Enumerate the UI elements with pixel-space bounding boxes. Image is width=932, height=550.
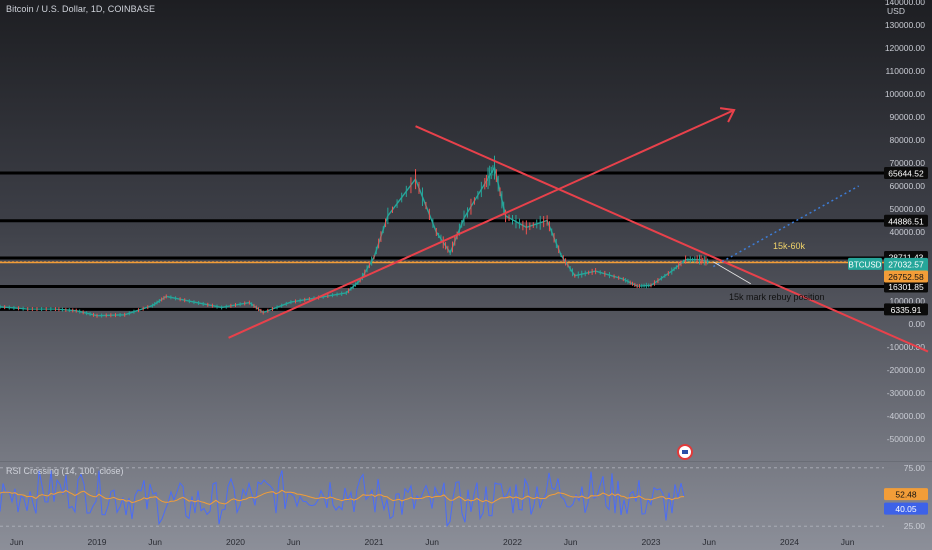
x-axis-tick-label: 2019 — [88, 537, 107, 547]
rsi-fast-line — [0, 469, 685, 528]
y-axis-tick-label: 80000.00 — [890, 135, 926, 145]
y-axis-tick-label: 130000.00 — [885, 20, 925, 30]
price-pane[interactable]: 140000.00130000.00120000.00110000.001000… — [0, 0, 932, 460]
x-axis-tick-label: Jun — [10, 537, 24, 547]
y-axis-tick-label: 90000.00 — [890, 112, 926, 122]
y-axis-tick-label: 100000.00 — [885, 89, 925, 99]
rsi-tick-label: 75.00 — [904, 463, 926, 473]
x-axis-tick-label: Jun — [841, 537, 855, 547]
trend-line — [415, 125, 929, 353]
rsi-pane[interactable]: 75.00 25.00 52.48 40.05 — [0, 462, 932, 532]
x-axis-tick-label: Jun — [425, 537, 439, 547]
price-series-line — [0, 165, 710, 317]
x-axis-tick-label: 2020 — [226, 537, 245, 547]
trend-line — [228, 109, 735, 339]
rsi-fast-tag: 40.05 — [895, 504, 917, 514]
rsi-tick-label: 25.00 — [904, 521, 926, 531]
y-axis-tick-label: -30000.00 — [887, 388, 926, 398]
us-economic-event-icon[interactable] — [677, 444, 693, 460]
time-axis[interactable]: Jun 2019 Jun 2020 Jun 2021 Jun 2022 Jun 2023 Jun 20… — [0, 532, 932, 550]
y-axis-tick-label: 50000.00 — [890, 204, 926, 214]
rsi-legend[interactable]: RSI Crossing (14, 100, close) — [6, 466, 124, 476]
y-axis-tick-label: 110000.00 — [885, 66, 925, 76]
rebuy-annotation: 15k mark rebuy position — [729, 292, 825, 302]
y-axis-tick-label: 40000.00 — [890, 227, 926, 237]
x-axis-tick-label: 2022 — [503, 537, 522, 547]
y-axis-tick-label: 120000.00 — [885, 43, 925, 53]
y-axis-tick-label: -20000.00 — [887, 365, 926, 375]
level-price-label: 44886.51 — [888, 216, 924, 226]
y-axis-tick-label: 60000.00 — [890, 181, 926, 191]
x-axis-tick-label: Jun — [564, 537, 578, 547]
x-axis-tick-label: Jun — [702, 537, 716, 547]
projection-dotted-line — [712, 185, 860, 268]
orange-price-label: 26752.58 — [888, 272, 924, 282]
x-axis-tick-label: 2023 — [642, 537, 661, 547]
rsi-slow-line — [0, 489, 685, 505]
x-axis-tick-label: 2021 — [365, 537, 384, 547]
y-axis-tick-label: 0.00 — [908, 319, 925, 329]
x-axis-tick-label: Jun — [148, 537, 162, 547]
x-axis-tick-label: Jun — [287, 537, 301, 547]
x-axis-tick-label: 2024 — [780, 537, 799, 547]
tradingview-chart[interactable]: 140000.00 130000.00 120000.00 110000.00 1000… — [0, 0, 932, 550]
rsi-slow-tag: 52.48 — [895, 490, 917, 500]
y-axis-tick-label: -40000.00 — [887, 411, 926, 421]
level-price-label: 65644.52 — [888, 169, 924, 179]
currency-label: USD — [887, 6, 905, 16]
symbol-tag: BTCUSD — [849, 260, 882, 269]
y-axis-tick-label: 70000.00 — [890, 158, 926, 168]
level-price-label: 6335.91 — [891, 305, 922, 315]
last-price-label: 27032.57 — [888, 259, 924, 269]
symbol-legend[interactable]: Bitcoin / U.S. Dollar, 1D, COINBASE — [6, 4, 155, 14]
level-price-label: 16301.85 — [888, 282, 924, 292]
y-axis-tick-label: -50000.00 — [887, 434, 926, 444]
range-annotation: 15k-60k — [773, 241, 806, 251]
